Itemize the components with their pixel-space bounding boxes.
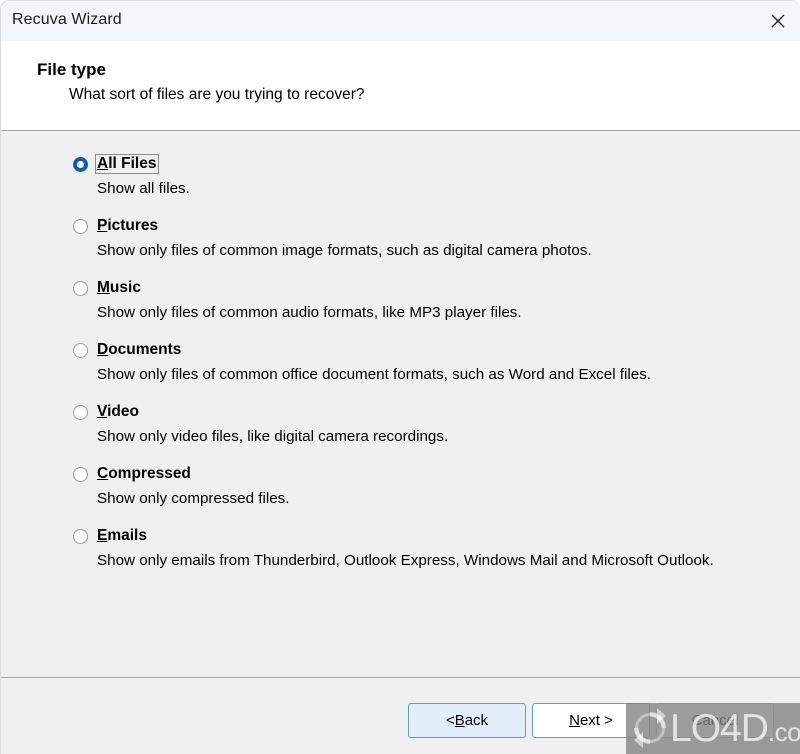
radio-label-all-files[interactable]: All Files	[95, 154, 160, 174]
radio-label-pictures[interactable]: Pictures	[95, 216, 161, 236]
wizard-header: File type What sort of files are you try…	[1, 41, 800, 131]
accel-char: V	[97, 403, 108, 420]
radio-label-video[interactable]: Video	[95, 402, 142, 422]
label-rest: ompressed	[108, 465, 191, 482]
radio-emails[interactable]	[73, 529, 88, 544]
wizard-body: All Files Show all files. Pictures Show …	[1, 132, 800, 678]
next-button[interactable]: Next >	[532, 703, 650, 738]
wizard-footer: < Back Next > Cancel	[1, 679, 800, 754]
option-video[interactable]: Video Show only video files, like digita…	[73, 402, 773, 447]
option-pictures[interactable]: Pictures Show only files of common image…	[73, 216, 773, 261]
radio-documents[interactable]	[73, 343, 88, 358]
accel-char: P	[97, 217, 108, 234]
option-description: Show only video files, like digital came…	[97, 428, 449, 445]
radio-label-music[interactable]: Music	[95, 278, 144, 298]
close-button[interactable]	[755, 1, 800, 41]
radio-pictures[interactable]	[73, 219, 88, 234]
window-title: Recuva Wizard	[12, 11, 122, 28]
cancel-button[interactable]: Cancel	[656, 703, 774, 738]
option-description: Show all files.	[97, 180, 190, 197]
recuva-wizard-window: Recuva Wizard File type What sort of fil…	[0, 0, 800, 754]
file-type-radio-group: All Files Show all files. Pictures Show …	[73, 154, 773, 571]
accel-char: M	[97, 279, 110, 296]
option-all-files[interactable]: All Files Show all files.	[73, 154, 773, 199]
radio-label-documents[interactable]: Documents	[95, 340, 184, 360]
option-description: Show only files of common image formats,…	[97, 242, 592, 259]
radio-label-emails[interactable]: Emails	[95, 526, 150, 546]
radio-label-compressed[interactable]: Compressed	[95, 464, 194, 484]
option-music[interactable]: Music Show only files of common audio fo…	[73, 278, 773, 323]
page-subtitle: What sort of files are you trying to rec…	[69, 86, 365, 103]
option-description: Show only emails from Thunderbird, Outlo…	[97, 552, 714, 569]
accel-char: E	[97, 527, 108, 544]
option-documents[interactable]: Documents Show only files of common offi…	[73, 340, 773, 385]
radio-music[interactable]	[73, 281, 88, 296]
option-compressed[interactable]: Compressed Show only compressed files.	[73, 464, 773, 509]
option-description: Show only files of common office documen…	[97, 366, 652, 383]
page-title: File type	[37, 60, 106, 79]
option-description: Show only files of common audio formats,…	[97, 304, 522, 321]
title-bar: Recuva Wizard	[1, 1, 800, 41]
accel-char: A	[97, 155, 109, 172]
back-suffix: ack	[464, 712, 489, 729]
option-description: Show only compressed files.	[97, 490, 290, 507]
label-rest: ideo	[107, 403, 139, 420]
radio-compressed[interactable]	[73, 467, 88, 482]
accel-char: D	[97, 341, 109, 358]
label-rest: ictures	[107, 217, 159, 234]
accel-char: B	[454, 712, 465, 729]
radio-video[interactable]	[73, 405, 88, 420]
label-rest: mails	[107, 527, 147, 544]
close-icon	[771, 14, 785, 28]
label-rest: usic	[109, 279, 141, 296]
cancel-label: Cancel	[691, 712, 739, 729]
label-rest: ll Files	[108, 155, 157, 172]
accel-char: C	[97, 465, 109, 482]
radio-all-files[interactable]	[73, 157, 88, 172]
accel-char: N	[569, 712, 580, 729]
next-suffix: ext >	[579, 712, 613, 729]
option-emails[interactable]: Emails Show only emails from Thunderbird…	[73, 526, 773, 571]
back-prefix: <	[445, 712, 455, 729]
back-button[interactable]: < Back	[408, 703, 526, 738]
label-rest: ocuments	[108, 341, 182, 358]
